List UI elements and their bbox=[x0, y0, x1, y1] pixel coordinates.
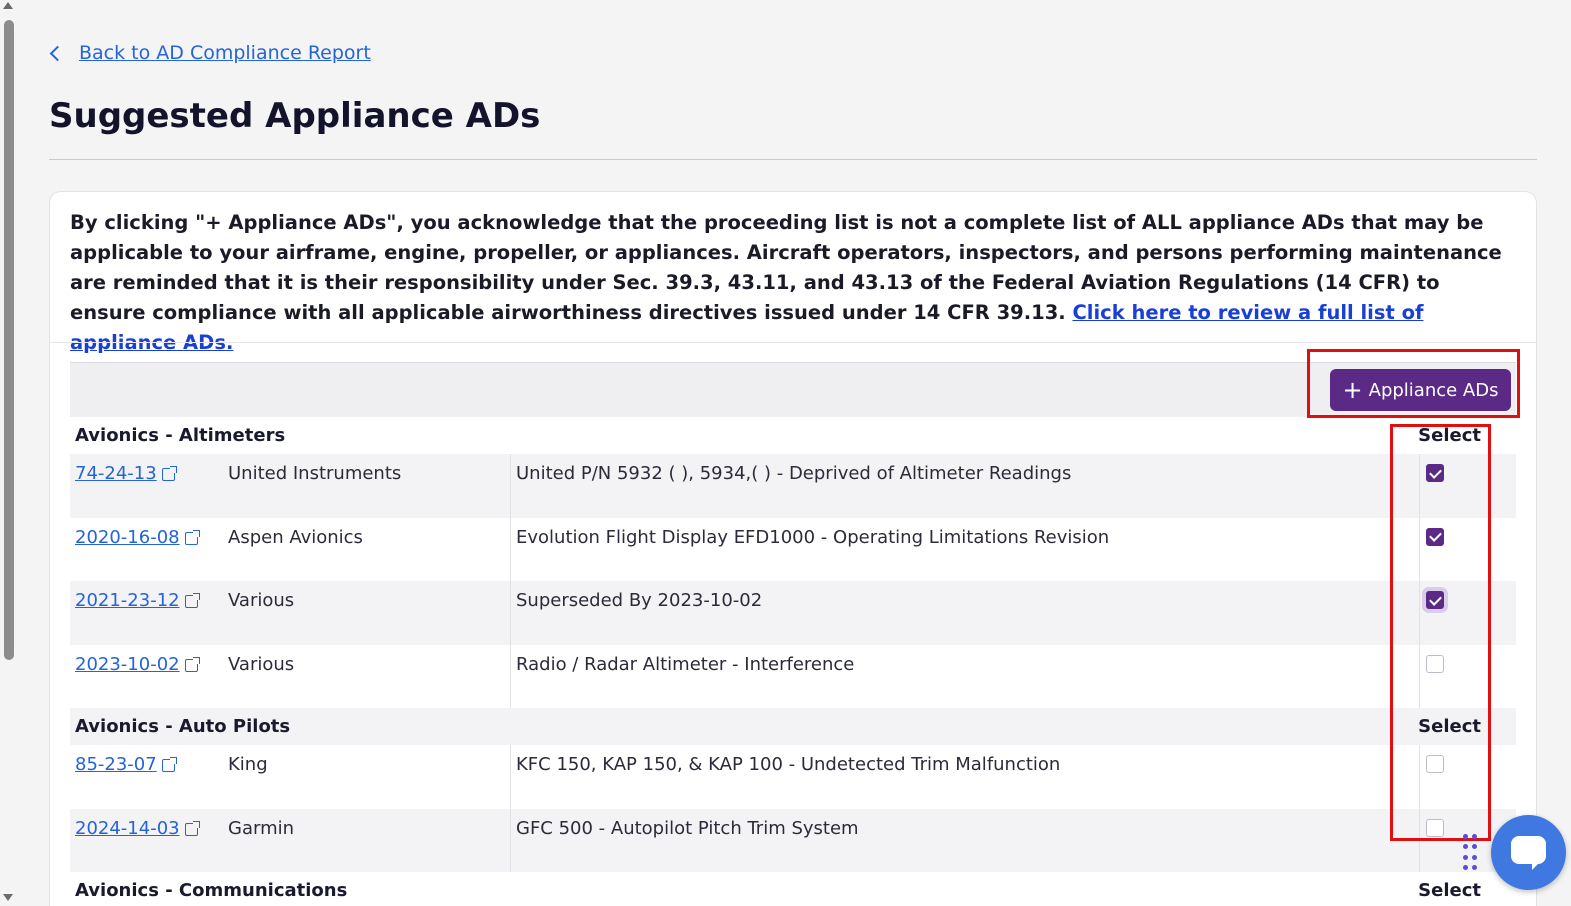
manufacturer-cell: Various bbox=[222, 644, 511, 708]
ad-number-link[interactable]: 85-23-07 bbox=[75, 754, 157, 775]
table-row: 2023-10-02 Various Radio / Radar Altimet… bbox=[70, 644, 1516, 708]
disclaimer-text: By clicking "+ Appliance ADs", you ackno… bbox=[70, 208, 1510, 358]
manufacturer-cell: Garmin bbox=[222, 808, 511, 872]
ad-table: + Appliance ADs Avionics - Altimeters Se… bbox=[70, 362, 1516, 906]
description-cell: Evolution Flight Display EFD1000 - Opera… bbox=[511, 517, 1420, 581]
external-link-icon[interactable] bbox=[161, 466, 177, 481]
chevron-left-icon bbox=[49, 45, 66, 61]
manufacturer-cell: King bbox=[222, 745, 511, 809]
description-cell: United P/N 5932 ( ), 5934,( ) - Deprived… bbox=[511, 454, 1420, 518]
card-separator bbox=[50, 342, 1536, 343]
chat-icon bbox=[1511, 836, 1546, 870]
group-header: Avionics - Auto Pilots Select bbox=[70, 708, 1516, 745]
table-row: 2021-23-12 Various Superseded By 2023-10… bbox=[70, 581, 1516, 645]
ad-number-link[interactable]: 2021-23-12 bbox=[75, 590, 180, 611]
add-appliance-ads-button[interactable]: + Appliance ADs bbox=[1330, 369, 1511, 411]
select-checkbox[interactable] bbox=[1426, 755, 1444, 773]
select-column-header: Select bbox=[1418, 880, 1481, 901]
ad-number-link[interactable]: 2024-14-03 bbox=[75, 818, 180, 839]
select-column-header: Select bbox=[1418, 716, 1481, 737]
chat-launcher-button[interactable] bbox=[1491, 815, 1566, 890]
group-title: Avionics - Altimeters bbox=[75, 425, 286, 446]
select-checkbox[interactable] bbox=[1426, 654, 1444, 673]
table-row: 2024-14-03 Garmin GFC 500 - Autopilot Pi… bbox=[70, 808, 1516, 872]
group-title: Avionics - Auto Pilots bbox=[75, 716, 291, 737]
manufacturer-cell: Various bbox=[222, 581, 511, 645]
back-link[interactable]: Back to AD Compliance Report bbox=[48, 42, 371, 64]
select-checkbox[interactable] bbox=[1426, 464, 1444, 482]
manufacturer-cell: Aspen Avionics bbox=[222, 517, 511, 581]
scroll-up-arrow-icon[interactable] bbox=[3, 2, 13, 9]
external-link-icon[interactable] bbox=[161, 757, 177, 772]
table-row: 85-23-07 King KFC 150, KAP 150, & KAP 10… bbox=[70, 745, 1516, 809]
ad-number-link[interactable]: 2020-16-08 bbox=[75, 527, 180, 548]
group-header: Avionics - Altimeters Select bbox=[70, 417, 1516, 454]
manufacturer-cell: United Instruments bbox=[222, 454, 511, 518]
ad-number-link[interactable]: 74-24-13 bbox=[75, 463, 157, 484]
select-checkbox[interactable] bbox=[1426, 527, 1444, 546]
ad-card: By clicking "+ Appliance ADs", you ackno… bbox=[49, 191, 1537, 906]
external-link-icon[interactable] bbox=[184, 529, 200, 545]
table-toolbar: + Appliance ADs bbox=[70, 362, 1516, 417]
description-cell: Superseded By 2023-10-02 bbox=[511, 581, 1420, 645]
scroll-down-arrow-icon[interactable] bbox=[3, 894, 13, 901]
description-cell: Radio / Radar Altimeter - Interference bbox=[511, 644, 1420, 708]
description-cell: KFC 150, KAP 150, & KAP 100 - Undetected… bbox=[511, 745, 1420, 809]
external-link-icon[interactable] bbox=[184, 820, 200, 836]
table-row: 2020-16-08 Aspen Avionics Evolution Flig… bbox=[70, 517, 1516, 581]
scroll-thumb[interactable] bbox=[4, 20, 14, 660]
group-header: Avionics - Communications Select bbox=[70, 872, 1516, 906]
select-checkbox[interactable] bbox=[1426, 591, 1444, 609]
page-title: Suggested Appliance ADs bbox=[49, 96, 541, 136]
select-checkbox[interactable] bbox=[1426, 818, 1444, 837]
group-title: Avionics - Communications bbox=[75, 880, 348, 901]
external-link-icon[interactable] bbox=[184, 593, 200, 608]
title-divider bbox=[49, 159, 1537, 160]
ad-number-link[interactable]: 2023-10-02 bbox=[75, 654, 180, 675]
page-scrollbar[interactable] bbox=[0, 0, 18, 906]
back-link-label[interactable]: Back to AD Compliance Report bbox=[79, 42, 371, 64]
plus-icon: + bbox=[1342, 376, 1363, 404]
external-link-icon[interactable] bbox=[184, 656, 200, 672]
drag-handle-icon[interactable] bbox=[1463, 834, 1479, 872]
table-row: 74-24-13 United Instruments United P/N 5… bbox=[70, 454, 1516, 518]
select-column-header: Select bbox=[1418, 425, 1481, 446]
add-button-label: Appliance ADs bbox=[1368, 379, 1499, 401]
description-cell: GFC 500 - Autopilot Pitch Trim System bbox=[511, 808, 1420, 872]
